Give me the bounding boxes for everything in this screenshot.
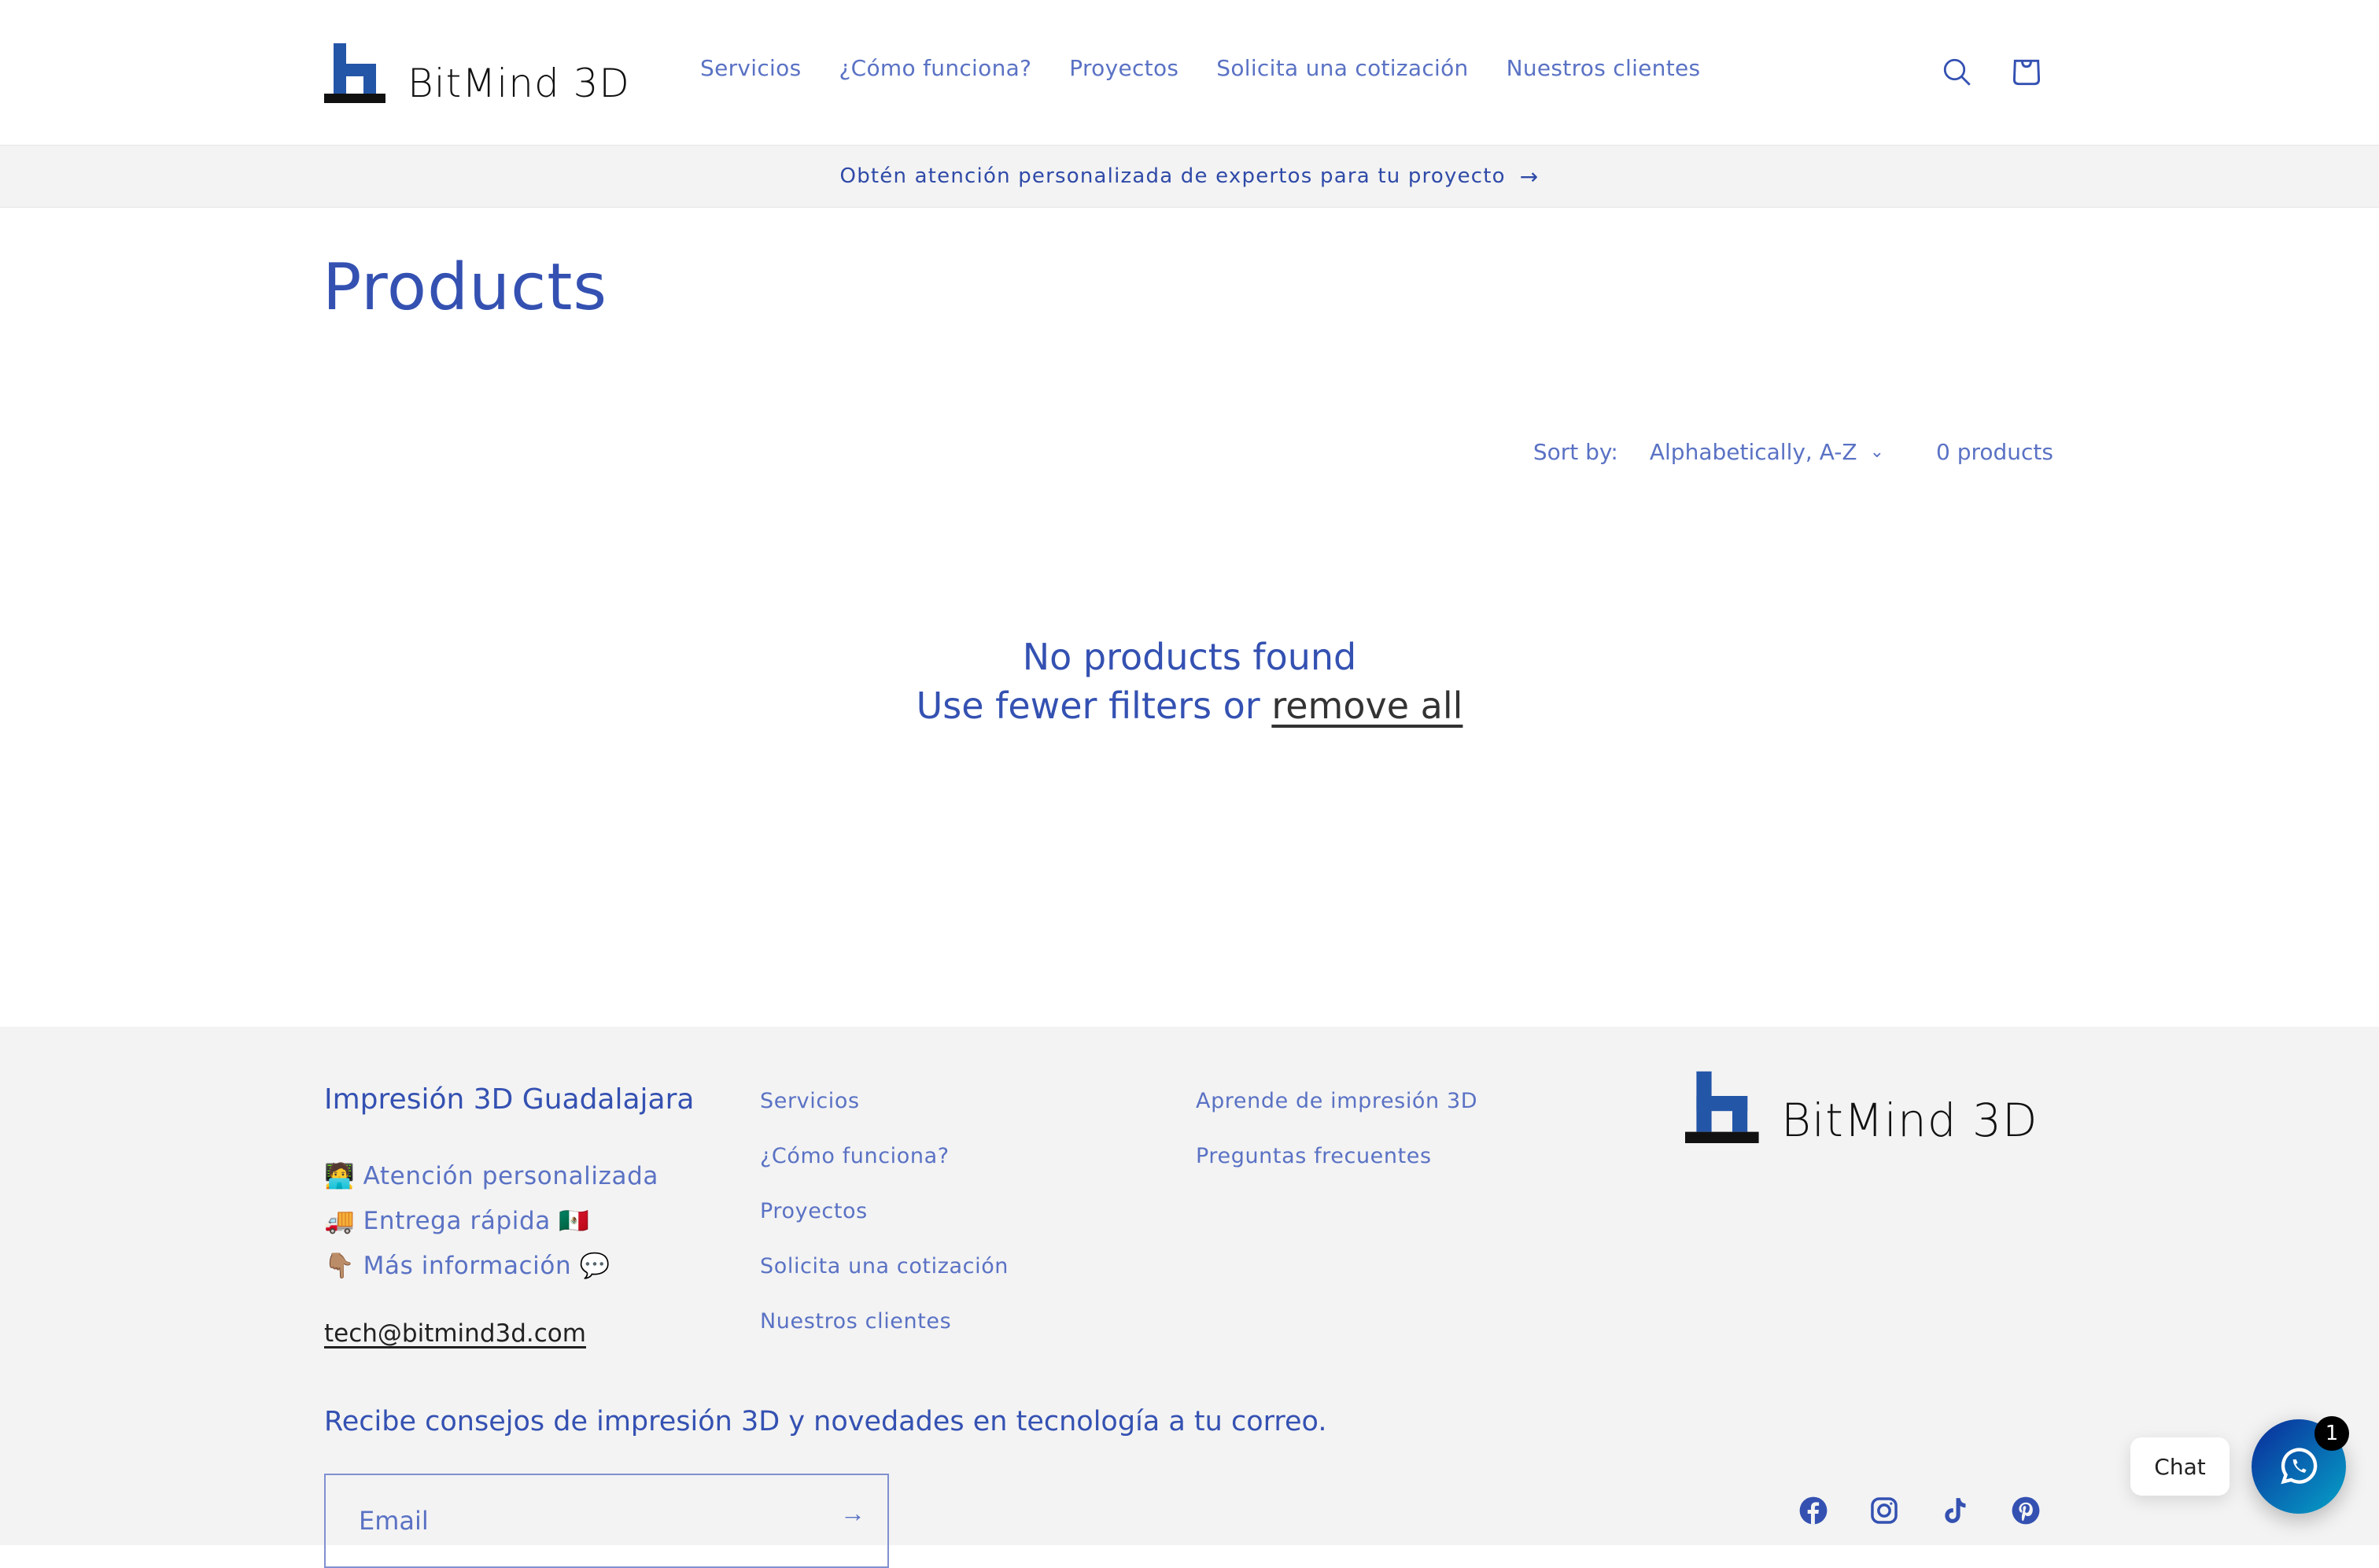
logo-mark-icon — [324, 43, 385, 103]
logo-link[interactable]: BitMind 3D — [324, 43, 630, 103]
sort-label: Sort by: — [1533, 439, 1618, 465]
chevron-down-icon: ⌄ — [1869, 442, 1884, 462]
nav-item-cotizacion[interactable]: Solicita una cotización — [1216, 55, 1468, 81]
chat-notification-badge: 1 — [2314, 1416, 2349, 1451]
nav-item-clientes[interactable]: Nuestros clientes — [1507, 55, 1701, 81]
footer-link-servicios[interactable]: Servicios — [760, 1090, 1009, 1113]
arrow-right-icon: → — [1519, 163, 1540, 190]
footer-menu-resources: Aprende de impresión 3D Preguntas frecue… — [1196, 1090, 1477, 1168]
announcement-bar[interactable]: Obtén atención personalizada de expertos… — [0, 145, 2379, 208]
cart-icon — [2012, 59, 2041, 86]
newsletter-submit-arrow-icon[interactable]: → — [840, 1499, 865, 1528]
empty-state-hint: Use fewer filters or remove all — [0, 684, 2379, 727]
footer-link-como-funciona[interactable]: ¿Cómo funciona? — [760, 1145, 1009, 1168]
search-button[interactable] — [1935, 50, 1979, 94]
footer-features: 🧑‍💻 Atención personalizada 🚚 Entrega ráp… — [324, 1154, 658, 1289]
empty-state-title: No products found — [1022, 636, 1357, 678]
footer-logo-text: BitMind 3D — [1781, 1094, 2038, 1147]
newsletter-email-input[interactable] — [357, 1505, 801, 1537]
feature-fast-delivery: 🚚 Entrega rápida 🇲🇽 — [324, 1207, 590, 1235]
feature-personal-attention: 🧑‍💻 Atención personalizada — [324, 1162, 658, 1190]
announcement-text: Obtén atención personalizada de expertos… — [839, 164, 1506, 188]
social-links — [1798, 1496, 2041, 1526]
search-icon — [1943, 58, 1971, 86]
newsletter-field: → — [324, 1474, 889, 1568]
footer-link-aprende[interactable]: Aprende de impresión 3D — [1196, 1090, 1477, 1113]
feature-more-info: 👇🏽 Más información 💬 — [324, 1252, 610, 1280]
main-nav: Servicios ¿Cómo funciona? Proyectos Soli… — [700, 55, 1700, 81]
pinterest-icon[interactable] — [2011, 1496, 2041, 1526]
logo-text: BitMind 3D — [408, 61, 630, 106]
newsletter-heading: Recibe consejos de impresión 3D y noveda… — [324, 1406, 1327, 1437]
nav-item-proyectos[interactable]: Proyectos — [1069, 55, 1178, 81]
facebook-icon[interactable] — [1798, 1496, 1828, 1526]
nav-item-servicios[interactable]: Servicios — [700, 55, 801, 81]
product-count: 0 products — [1936, 439, 2053, 465]
sort-select[interactable]: Alphabetically, A-Z ⌄ — [1650, 439, 1884, 465]
footer-link-clientes[interactable]: Nuestros clientes — [760, 1310, 1009, 1334]
cart-button[interactable] — [2005, 50, 2049, 94]
contact-email-link[interactable]: tech@bitmind3d.com — [324, 1319, 586, 1348]
sort-toolbar: Sort by: Alphabetically, A-Z ⌄ 0 product… — [1533, 439, 2053, 465]
footer-link-proyectos[interactable]: Proyectos — [760, 1200, 1009, 1223]
page-title: Products — [323, 250, 608, 325]
nav-item-como-funciona[interactable]: ¿Cómo funciona? — [839, 55, 1031, 81]
remove-all-filters-link[interactable]: remove all — [1271, 684, 1462, 727]
empty-hint-text: Use fewer filters or — [916, 684, 1260, 727]
footer-heading: Impresión 3D Guadalajara — [324, 1083, 695, 1116]
chat-label-button[interactable]: Chat — [2130, 1437, 2230, 1496]
tiktok-icon[interactable] — [1940, 1496, 1970, 1526]
footer-link-faq[interactable]: Preguntas frecuentes — [1196, 1145, 1477, 1168]
site-header: BitMind 3D Servicios ¿Cómo funciona? Pro… — [0, 0, 2379, 145]
whatsapp-icon — [2281, 1448, 2318, 1485]
footer-link-cotizacion[interactable]: Solicita una cotización — [760, 1255, 1009, 1278]
site-footer: Impresión 3D Guadalajara 🧑‍💻 Atención pe… — [0, 1027, 2379, 1568]
footer-logo[interactable]: BitMind 3D — [1685, 1071, 2038, 1147]
logo-mark-icon — [1685, 1071, 1759, 1143]
instagram-icon[interactable] — [1869, 1496, 1899, 1526]
footer-menu-main: Servicios ¿Cómo funciona? Proyectos Soli… — [760, 1090, 1009, 1334]
sort-value: Alphabetically, A-Z — [1649, 439, 1857, 465]
